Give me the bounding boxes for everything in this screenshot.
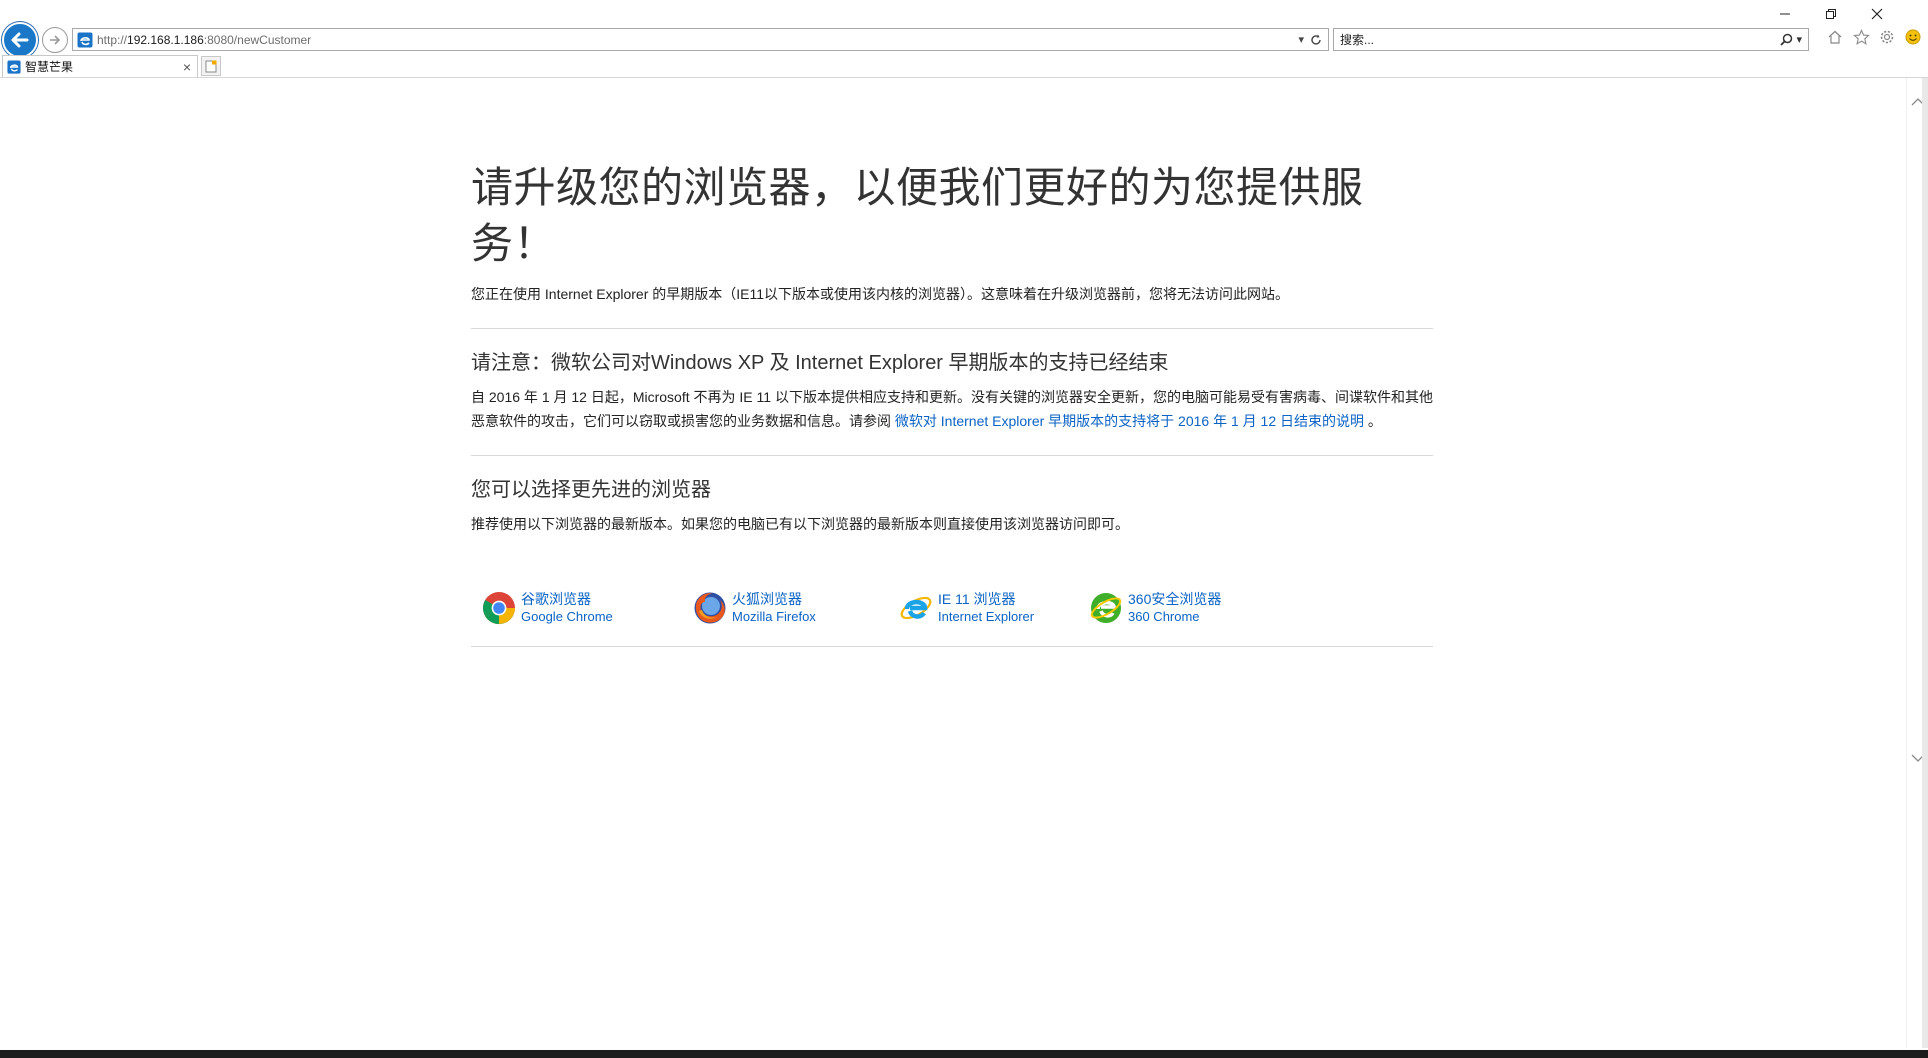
360-icon xyxy=(1090,593,1122,623)
browser-name: 360安全浏览器 xyxy=(1128,591,1222,607)
divider xyxy=(471,455,1433,456)
chrome-icon xyxy=(482,592,515,625)
forward-button[interactable] xyxy=(42,27,68,53)
url-prefix: http:// xyxy=(97,32,128,47)
tab-active[interactable]: 智慧芒果 × xyxy=(2,55,198,77)
minimize-button[interactable] xyxy=(1762,4,1808,24)
browser-text: 谷歌浏览器 Google Chrome xyxy=(521,591,613,625)
window-controls xyxy=(1762,4,1900,24)
scroll-track[interactable] xyxy=(1922,78,1928,1048)
close-window-button[interactable] xyxy=(1854,4,1900,24)
search-dropdown-icon[interactable]: ▾ xyxy=(1796,33,1802,46)
choose-text: 推荐使用以下浏览器的最新版本。如果您的电脑已有以下浏览器的最新版本则直接使用该浏… xyxy=(471,516,1129,532)
address-bar[interactable]: http://192.168.1.186:8080/newCustomer ▾ xyxy=(72,28,1329,51)
browser-text: 360安全浏览器 360 Chrome xyxy=(1128,591,1221,625)
page-headline: 请升级您的浏览器，以便我们更好的为您提供服务！ xyxy=(471,164,1364,267)
feedback-smiley-icon[interactable] xyxy=(1904,28,1922,46)
browser-subtitle: Internet Explorer xyxy=(938,609,1035,624)
search-actions: ▾ xyxy=(1780,33,1808,46)
close-icon xyxy=(1871,8,1883,20)
firefox-icon xyxy=(694,592,726,624)
address-bar-actions: ▾ xyxy=(1298,33,1328,46)
new-tab-icon xyxy=(205,60,217,72)
browser-text: IE 11 浏览器 Internet Explorer xyxy=(938,591,1034,625)
browser-name: IE 11 浏览器 xyxy=(938,591,1016,607)
address-url[interactable]: http://192.168.1.186:8080/newCustomer xyxy=(97,33,311,47)
notice-end-punctuation: 。 xyxy=(1367,413,1382,429)
chrome-divider xyxy=(0,77,1928,78)
search-input[interactable]: 搜索... xyxy=(1340,31,1374,48)
address-dropdown-icon[interactable]: ▾ xyxy=(1298,33,1304,46)
choose-title: 您可以选择更先进的浏览器 xyxy=(471,479,711,501)
browser-link-firefox[interactable]: 火狐浏览器 Mozilla Firefox xyxy=(682,584,888,632)
home-icon[interactable] xyxy=(1826,28,1844,46)
tab-close-icon[interactable]: × xyxy=(183,59,191,75)
intro-text: 您正在使用 Internet Explorer 的早期版本（IE11以下版本或使… xyxy=(471,286,1290,302)
vertical-scrollbar[interactable] xyxy=(1906,78,1928,1048)
arrow-right-icon xyxy=(50,35,61,45)
minimize-icon xyxy=(1780,13,1790,15)
restore-button[interactable] xyxy=(1808,4,1854,24)
browser-list: 谷歌浏览器 Google Chrome 火狐浏览器 Mozilla Firefo… xyxy=(471,584,1433,632)
notice-text: 自 2016 年 1 月 12 日起，Microsoft 不再为 IE 11 以… xyxy=(471,385,1433,433)
url-path: :8080/newCustomer xyxy=(203,32,312,47)
url-host: 192.168.1.186 xyxy=(127,32,204,47)
support-end-link[interactable]: 微软对 Internet Explorer 早期版本的支持将于 2016 年 1… xyxy=(895,413,1364,429)
toolbar-icons xyxy=(1826,28,1922,46)
search-icon[interactable] xyxy=(1780,33,1793,46)
ie-page-icon xyxy=(77,32,93,47)
favorites-star-icon[interactable] xyxy=(1852,28,1870,46)
search-box[interactable]: 搜索... ▾ xyxy=(1333,28,1809,51)
browser-name: 谷歌浏览器 xyxy=(521,591,591,607)
ie-icon xyxy=(900,596,932,620)
browser-link-360[interactable]: 360安全浏览器 360 Chrome xyxy=(1078,584,1258,632)
browser-subtitle: Mozilla Firefox xyxy=(732,609,816,624)
browser-chrome: http://192.168.1.186:8080/newCustomer ▾ … xyxy=(0,0,1928,78)
ie-tab-icon xyxy=(7,59,21,74)
arrow-left-icon xyxy=(11,32,29,48)
refresh-icon[interactable] xyxy=(1310,34,1322,46)
browser-link-ie[interactable]: IE 11 浏览器 Internet Explorer xyxy=(888,584,1078,632)
browser-name: 火狐浏览器 xyxy=(732,591,802,607)
divider xyxy=(471,328,1433,329)
divider xyxy=(471,646,1433,647)
restore-icon xyxy=(1826,9,1836,19)
new-tab-button[interactable] xyxy=(201,56,221,76)
browser-link-chrome[interactable]: 谷歌浏览器 Google Chrome xyxy=(471,584,682,632)
browser-subtitle: 360 Chrome xyxy=(1128,609,1200,624)
notice-title: 请注意：微软公司对Windows XP 及 Internet Explorer … xyxy=(471,352,1169,374)
upgrade-notice: 请升级您的浏览器，以便我们更好的为您提供服务！ 您正在使用 Internet E… xyxy=(471,160,1433,647)
tab-label: 智慧芒果 xyxy=(25,60,74,74)
back-button[interactable] xyxy=(2,22,38,58)
browser-subtitle: Google Chrome xyxy=(521,609,613,624)
browser-text: 火狐浏览器 Mozilla Firefox xyxy=(732,591,816,625)
taskbar-strip xyxy=(0,1050,1928,1058)
settings-gear-icon[interactable] xyxy=(1878,28,1896,46)
